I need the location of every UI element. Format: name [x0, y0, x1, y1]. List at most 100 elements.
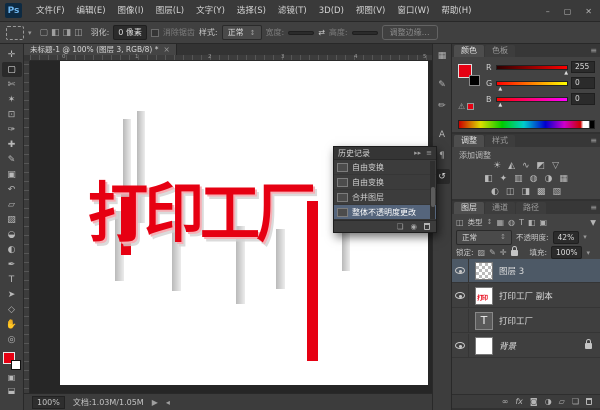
- menu-help[interactable]: 帮助(H): [435, 0, 477, 22]
- invert-icon[interactable]: ◐: [491, 187, 499, 197]
- green-slider[interactable]: ▲: [496, 81, 568, 86]
- exposure-icon[interactable]: ◩: [537, 161, 546, 171]
- red-value[interactable]: 255: [571, 61, 595, 73]
- new-snapshot-icon[interactable]: ◉: [410, 222, 417, 231]
- tab-color[interactable]: 颜色: [454, 45, 484, 57]
- tab-paths[interactable]: 路径: [516, 202, 546, 214]
- brush-tool[interactable]: ✎: [2, 152, 22, 167]
- menu-select[interactable]: 选择(S): [231, 0, 272, 22]
- lock-transparency-icon[interactable]: ▨: [478, 248, 486, 257]
- crop-tool[interactable]: ⊡: [2, 107, 22, 122]
- adjustments-panel-menu-icon[interactable]: ≡: [590, 136, 597, 145]
- link-layers-icon[interactable]: ∞: [502, 397, 509, 406]
- fill-caret-icon[interactable]: ▾: [586, 249, 590, 257]
- blue-slider[interactable]: ▲: [496, 97, 568, 102]
- filter-pixel-icon[interactable]: ▦: [496, 218, 504, 227]
- maximize-button[interactable]: ▢: [564, 7, 572, 16]
- history-panel-header[interactable]: 历史记录 ▸▸ ≡: [334, 147, 436, 160]
- brush-presets-panel-icon[interactable]: ✏: [434, 98, 450, 113]
- menu-edit[interactable]: 编辑(E): [71, 0, 112, 22]
- current-tool-icon[interactable]: [6, 26, 24, 40]
- black-white-icon[interactable]: ▥: [514, 174, 523, 184]
- brightness-contrast-icon[interactable]: ☀: [493, 161, 501, 171]
- style-select[interactable]: 正常↕: [222, 25, 262, 40]
- menu-view[interactable]: 视图(V): [350, 0, 391, 22]
- history-scrollbar[interactable]: [430, 161, 435, 219]
- path-selection-tool[interactable]: ➤: [2, 287, 22, 302]
- menu-3d[interactable]: 3D(D): [313, 0, 350, 22]
- fill-input[interactable]: 100%: [551, 246, 582, 259]
- menu-window[interactable]: 窗口(W): [391, 0, 435, 22]
- blend-mode-select[interactable]: 正常 ↕: [456, 230, 512, 245]
- selection-new-icon[interactable]: ▢: [40, 28, 49, 38]
- visibility-cell[interactable]: [452, 284, 469, 308]
- menu-type[interactable]: 文字(Y): [190, 0, 231, 22]
- filter-smart-icon[interactable]: ▣: [539, 218, 547, 227]
- selection-subtract-icon[interactable]: ◨: [63, 28, 72, 38]
- shape-tool[interactable]: ◇: [2, 302, 22, 317]
- menu-image[interactable]: 图像(I): [112, 0, 150, 22]
- feather-input[interactable]: 0 像素: [113, 25, 147, 40]
- photo-filter-icon[interactable]: ◍: [530, 174, 538, 184]
- status-options-icon[interactable]: ▶: [152, 398, 158, 407]
- layer-thumbnail[interactable]: [475, 337, 493, 355]
- move-tool[interactable]: ✛: [2, 47, 22, 62]
- scrollbar-thumb[interactable]: [431, 187, 435, 207]
- dodge-tool[interactable]: ◐: [2, 242, 22, 257]
- history-item[interactable]: 自由变换: [334, 175, 436, 190]
- zoom-tool[interactable]: ◎: [2, 332, 22, 347]
- height-input[interactable]: [352, 31, 378, 35]
- quick-mask-button[interactable]: ▣: [2, 371, 22, 384]
- close-button[interactable]: ✕: [585, 7, 592, 16]
- filter-adjustment-icon[interactable]: ◍: [508, 218, 515, 227]
- color-balance-icon[interactable]: ✦: [500, 174, 508, 184]
- gradient-map-icon[interactable]: ▩: [537, 187, 546, 197]
- layer-row-layer3[interactable]: 图层 3: [452, 259, 600, 283]
- history-item[interactable]: 自由变换: [334, 160, 436, 175]
- filter-caret-icon[interactable]: ↕: [487, 218, 493, 226]
- visibility-cell[interactable]: [452, 309, 469, 333]
- screen-mode-button[interactable]: ⬓: [2, 384, 22, 397]
- refine-edge-button[interactable]: 调整边缘…: [382, 25, 438, 40]
- menu-file[interactable]: 文件(F): [30, 0, 71, 22]
- layer-thumbnail[interactable]: 打印: [475, 287, 493, 305]
- brush-panel-icon[interactable]: ✎: [434, 77, 450, 92]
- blue-value[interactable]: 0: [571, 93, 595, 105]
- blur-tool[interactable]: ◒: [2, 227, 22, 242]
- new-layer-icon[interactable]: ❏: [572, 397, 579, 406]
- menu-layer[interactable]: 图层(L): [150, 0, 190, 22]
- red-slider[interactable]: ▲: [496, 65, 568, 70]
- history-menu-icon[interactable]: ≡: [426, 149, 432, 157]
- layer-row-copy[interactable]: 打印 打印工厂 副本: [452, 284, 600, 308]
- antialias-checkbox[interactable]: [151, 29, 159, 37]
- color-lookup-icon[interactable]: ▦: [559, 174, 568, 184]
- opacity-caret-icon[interactable]: ▾: [583, 233, 587, 241]
- delete-state-icon[interactable]: [424, 223, 430, 230]
- new-adjustment-icon[interactable]: ◑: [545, 397, 552, 406]
- menu-filter[interactable]: 滤镜(T): [272, 0, 313, 22]
- lasso-tool[interactable]: ✄: [2, 77, 22, 92]
- minimize-button[interactable]: –: [546, 7, 550, 16]
- opacity-input[interactable]: 42%: [553, 231, 580, 244]
- history-brush-tool[interactable]: ↶: [2, 182, 22, 197]
- selection-add-icon[interactable]: ◧: [51, 28, 60, 38]
- color-panel-menu-icon[interactable]: ≡: [590, 46, 597, 55]
- filter-type-icon[interactable]: T: [519, 218, 524, 227]
- history-item[interactable]: 合并图层: [334, 190, 436, 205]
- curves-icon[interactable]: ∿: [522, 161, 530, 171]
- type-tool[interactable]: T: [2, 272, 22, 287]
- lock-position-icon[interactable]: ✛: [500, 248, 507, 257]
- tab-swatches[interactable]: 色板: [485, 45, 515, 57]
- selection-intersect-icon[interactable]: ◫: [74, 28, 83, 38]
- tab-styles[interactable]: 样式: [485, 135, 515, 147]
- gradient-tool[interactable]: ▨: [2, 212, 22, 227]
- gamut-color-swatch[interactable]: [467, 103, 474, 110]
- vibrance-icon[interactable]: ▽: [552, 161, 559, 171]
- healing-brush-tool[interactable]: ✚: [2, 137, 22, 152]
- clone-stamp-tool[interactable]: ▣: [2, 167, 22, 182]
- background-color-swatch[interactable]: [469, 75, 480, 86]
- document-tab[interactable]: 未标题-1 @ 100% (图层 3, RGB/8) * ×: [24, 44, 177, 55]
- layer-row-type[interactable]: T 打印工厂: [452, 309, 600, 333]
- eraser-tool[interactable]: ▱: [2, 197, 22, 212]
- lock-pixels-icon[interactable]: ✎: [489, 248, 496, 257]
